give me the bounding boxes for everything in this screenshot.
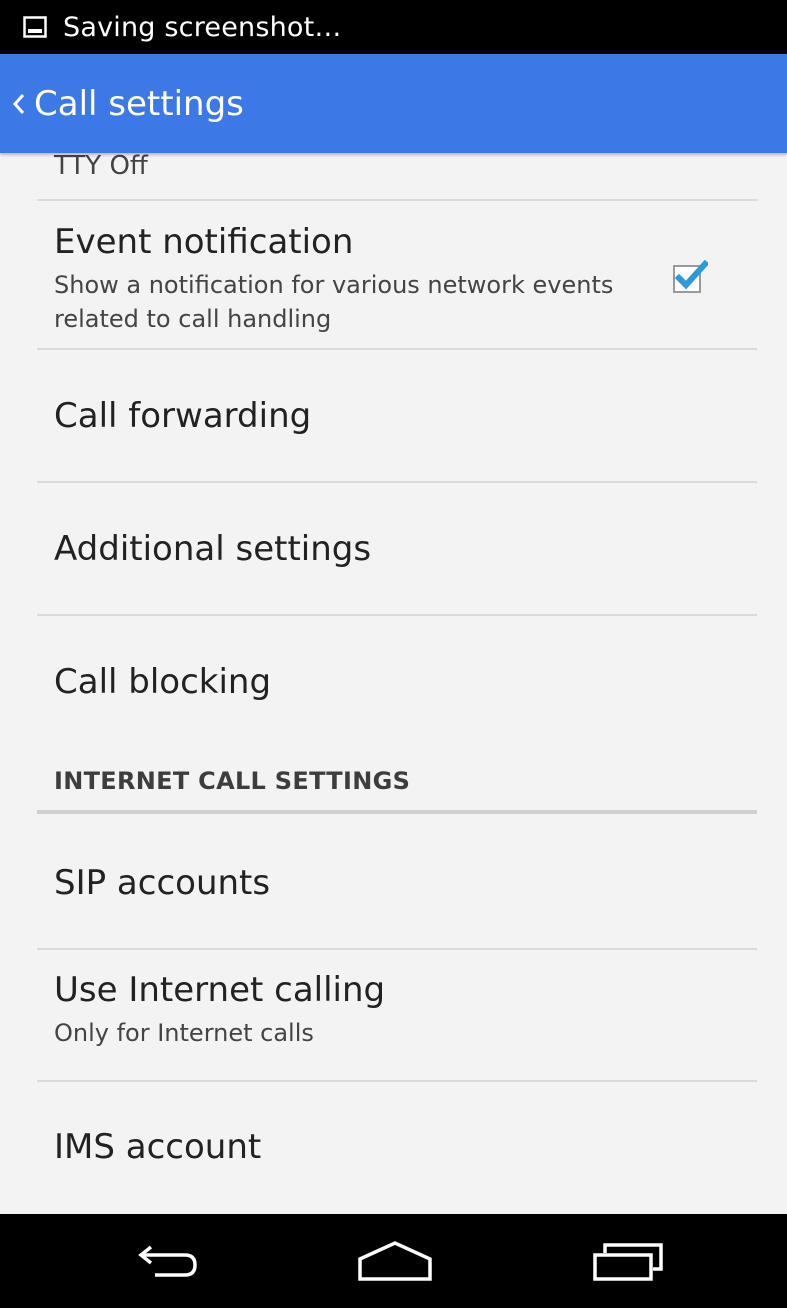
tty-mode-summary: TTY Off: [54, 151, 148, 181]
status-notification-text: Saving screenshot…: [63, 11, 342, 43]
call-blocking-item[interactable]: Call blocking: [0, 616, 787, 746]
checkbox-checked-icon: [673, 259, 710, 293]
settings-list[interactable]: TTY Off Event notification Show a notifi…: [0, 0, 787, 1214]
chevron-left-icon: [12, 91, 30, 117]
action-bar: Call settings: [0, 54, 787, 153]
ims-account-item[interactable]: IMS account: [0, 1082, 787, 1212]
call-settings-screen: TTY Off Event notification Show a notifi…: [0, 0, 787, 1308]
call-blocking-title: Call blocking: [54, 662, 272, 702]
event-notification-title: Event notification: [54, 222, 354, 262]
tty-mode-item[interactable]: TTY Off: [0, 151, 787, 201]
navigation-bar: [0, 1214, 787, 1308]
up-navigation-button[interactable]: Call settings: [0, 54, 254, 153]
call-forwarding-item[interactable]: Call forwarding: [0, 350, 787, 482]
page-title: Call settings: [34, 83, 244, 124]
event-notification-item[interactable]: Event notification Show a notification f…: [0, 201, 787, 349]
ims-account-title: IMS account: [54, 1127, 262, 1167]
event-notification-checkbox[interactable]: [670, 258, 710, 296]
home-button[interactable]: [320, 1214, 470, 1308]
status-bar: Saving screenshot…: [0, 0, 787, 54]
use-internet-calling-item[interactable]: Use Internet calling Only for Internet c…: [0, 950, 787, 1080]
use-internet-calling-summary: Only for Internet calls: [54, 1019, 314, 1047]
home-icon: [358, 1241, 432, 1281]
recent-apps-icon: [593, 1243, 663, 1281]
image-icon: [22, 16, 47, 38]
recent-apps-button[interactable]: [552, 1214, 702, 1308]
event-notification-summary: Show a notification for various network …: [54, 271, 614, 333]
use-internet-calling-title: Use Internet calling: [54, 970, 386, 1010]
additional-settings-title: Additional settings: [54, 529, 372, 569]
sip-accounts-title: SIP accounts: [54, 863, 271, 903]
additional-settings-item[interactable]: Additional settings: [0, 483, 787, 615]
internet-call-settings-header: INTERNET CALL SETTINGS: [54, 767, 411, 795]
back-button[interactable]: [94, 1214, 244, 1308]
call-forwarding-title: Call forwarding: [54, 396, 312, 436]
sip-accounts-item[interactable]: SIP accounts: [0, 814, 787, 948]
back-icon: [138, 1245, 197, 1277]
